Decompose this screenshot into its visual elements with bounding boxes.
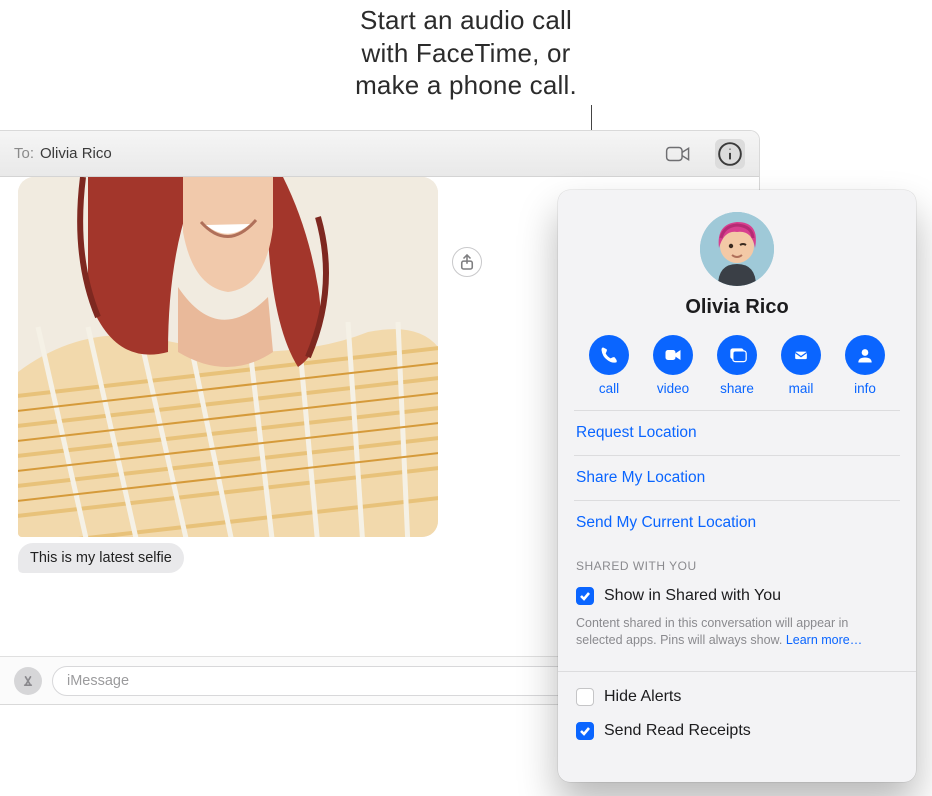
share-my-location-link[interactable]: Share My Location bbox=[574, 456, 900, 501]
share-action[interactable]: share bbox=[710, 335, 764, 396]
hide-alerts-checkbox[interactable] bbox=[576, 688, 594, 706]
memoji-avatar bbox=[700, 212, 774, 286]
action-label: info bbox=[854, 381, 876, 396]
checkbox-label: Send Read Receipts bbox=[604, 722, 751, 740]
location-links: Request Location Share My Location Send … bbox=[574, 410, 900, 545]
hide-alerts-row[interactable]: Hide Alerts bbox=[574, 672, 900, 706]
incoming-message-bubble[interactable]: This is my latest selfie bbox=[18, 543, 184, 573]
video-action[interactable]: video bbox=[646, 335, 700, 396]
image-attachment[interactable] bbox=[18, 177, 438, 537]
action-label: share bbox=[720, 381, 754, 396]
selfie-image bbox=[18, 177, 438, 537]
annotation-line: Start an audio call bbox=[0, 4, 932, 37]
annotation-line: make a phone call. bbox=[0, 69, 932, 102]
show-in-shared-row[interactable]: Show in Shared with You bbox=[574, 581, 900, 615]
details-button[interactable] bbox=[715, 139, 745, 169]
screen-share-icon bbox=[727, 345, 747, 365]
read-receipts-checkbox[interactable] bbox=[576, 722, 594, 740]
contact-avatar[interactable] bbox=[700, 212, 774, 286]
call-action[interactable]: call bbox=[582, 335, 636, 396]
help-annotation: Start an audio call with FaceTime, or ma… bbox=[0, 4, 932, 102]
checkbox-label: Hide Alerts bbox=[604, 688, 681, 706]
request-location-link[interactable]: Request Location bbox=[574, 411, 900, 456]
send-current-location-link[interactable]: Send My Current Location bbox=[574, 501, 900, 545]
mail-action[interactable]: mail bbox=[774, 335, 828, 396]
person-icon bbox=[855, 345, 875, 365]
facetime-video-button[interactable] bbox=[663, 139, 693, 169]
mail-icon bbox=[791, 345, 811, 365]
learn-more-link[interactable]: Learn more… bbox=[786, 633, 862, 647]
apps-button[interactable] bbox=[14, 667, 42, 695]
action-label: video bbox=[657, 381, 689, 396]
shared-helper-text: Content shared in this conversation will… bbox=[574, 615, 900, 665]
shared-with-you-header: SHARED WITH YOU bbox=[574, 545, 900, 581]
action-label: call bbox=[599, 381, 619, 396]
show-in-shared-checkbox[interactable] bbox=[576, 587, 594, 605]
quick-actions-row: call video share mail info bbox=[574, 335, 900, 410]
input-placeholder: iMessage bbox=[67, 673, 129, 689]
annotation-line: with FaceTime, or bbox=[0, 37, 932, 70]
info-icon bbox=[717, 141, 743, 167]
to-label: To: bbox=[14, 145, 34, 162]
share-icon bbox=[460, 254, 474, 270]
checkbox-label: Show in Shared with You bbox=[604, 587, 781, 605]
message-text: This is my latest selfie bbox=[30, 550, 172, 566]
recipient-name: Olivia Rico bbox=[40, 145, 112, 162]
attachment-share-button[interactable] bbox=[452, 247, 482, 277]
send-read-receipts-row[interactable]: Send Read Receipts bbox=[574, 706, 900, 740]
details-popover: Olivia Rico call video share mail bbox=[558, 190, 916, 782]
app-store-icon bbox=[18, 671, 38, 691]
phone-icon bbox=[599, 345, 619, 365]
info-action[interactable]: info bbox=[838, 335, 892, 396]
video-icon bbox=[663, 345, 683, 365]
action-label: mail bbox=[789, 381, 814, 396]
conversation-header: To: Olivia Rico bbox=[0, 131, 759, 177]
video-camera-icon bbox=[665, 141, 691, 167]
contact-name: Olivia Rico bbox=[574, 296, 900, 319]
